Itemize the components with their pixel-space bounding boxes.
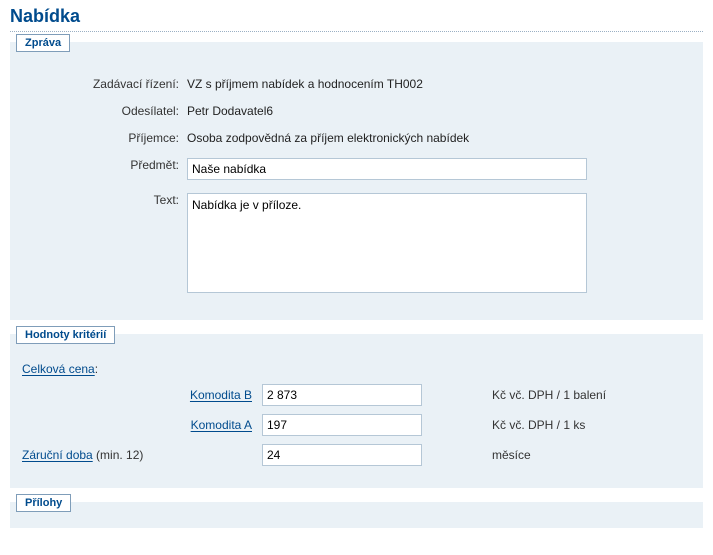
celkova-cena-link[interactable]: Celková cena xyxy=(22,362,95,376)
predmet-label: Předmět: xyxy=(22,155,187,172)
colon: : xyxy=(95,362,98,376)
komodita-b-link[interactable]: Komodita B xyxy=(190,388,252,402)
zarucni-unit: měsíce xyxy=(422,448,531,462)
predmet-input[interactable] xyxy=(187,158,587,180)
criteria-tab: Hodnoty kritérií xyxy=(16,326,115,344)
message-tab: Zpráva xyxy=(16,34,70,52)
zadavaci-label: Zadávací řízení: xyxy=(22,74,187,91)
message-section: Zpráva Zadávací řízení: VZ s příjmem nab… xyxy=(10,42,703,320)
prijemce-label: Příjemce: xyxy=(22,128,187,145)
attachments-section: Přílohy xyxy=(10,502,703,528)
zarucni-input[interactable] xyxy=(262,444,422,466)
odesilatel-value: Petr Dodavatel6 xyxy=(187,101,691,118)
zarucni-hint: (min. 12) xyxy=(93,448,144,462)
komodita-b-unit: Kč vč. DPH / 1 balení xyxy=(422,388,606,402)
page-title: Nabídka xyxy=(10,6,703,27)
komodita-b-input[interactable] xyxy=(262,384,422,406)
komodita-a-input[interactable] xyxy=(262,414,422,436)
komodita-a-link[interactable]: Komodita A xyxy=(191,418,252,432)
prijemce-value: Osoba zodpovědná za příjem elektronickýc… xyxy=(187,128,691,145)
zarucni-link[interactable]: Záruční doba xyxy=(22,448,93,462)
divider xyxy=(10,31,703,32)
zadavaci-value: VZ s příjmem nabídek a hodnocením TH002 xyxy=(187,74,691,91)
text-textarea[interactable] xyxy=(187,193,587,293)
attachments-tab: Přílohy xyxy=(16,494,71,512)
odesilatel-label: Odesílatel: xyxy=(22,101,187,118)
komodita-a-unit: Kč vč. DPH / 1 ks xyxy=(422,418,585,432)
criteria-section: Hodnoty kritérií Celková cena: Komodita … xyxy=(10,334,703,488)
text-label: Text: xyxy=(22,190,187,207)
